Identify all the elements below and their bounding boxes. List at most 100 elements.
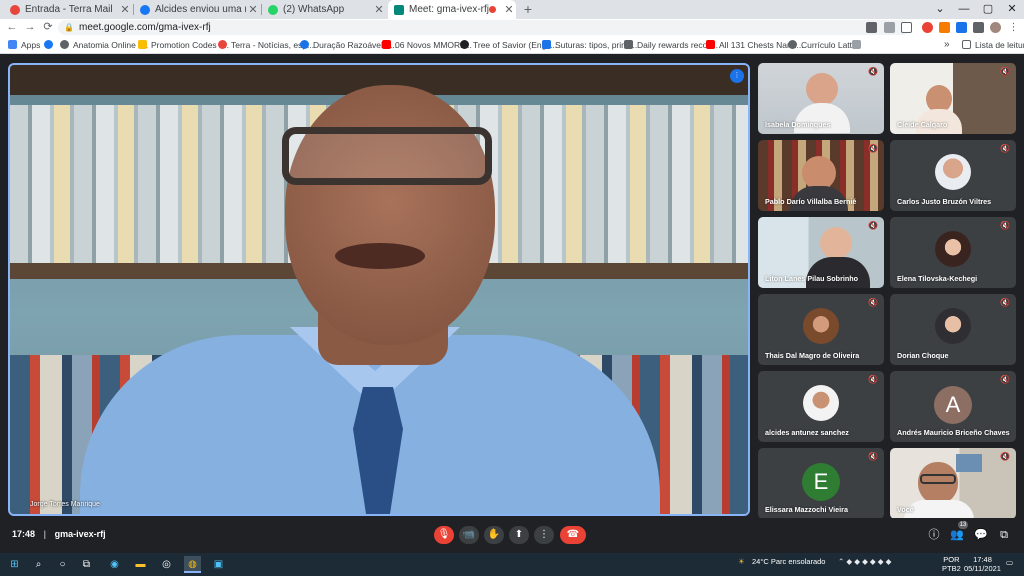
tab-meet[interactable]: Meet: gma-ivex-rfj ✕ <box>388 0 516 19</box>
meeting-info-icon[interactable]: ⓘ <box>927 528 941 542</box>
tray-icons[interactable]: ⌃ ◆ ◆ ◆ ◆ ◆ ◆ <box>838 557 891 566</box>
weather-text[interactable]: 24°C Parc ensolarado <box>752 557 825 566</box>
participant-tile[interactable]: 🔇 Isabela Domingues <box>758 63 884 134</box>
language-code: POR <box>943 555 960 564</box>
bookmark-star-icon[interactable] <box>901 22 912 33</box>
notification-icon[interactable]: ▭ <box>1006 558 1013 567</box>
self-video <box>904 500 974 519</box>
reload-button[interactable]: ⟳ <box>40 19 56 36</box>
search-icon[interactable]: ⌕ <box>30 556 47 573</box>
bookmark-apps[interactable]: Apps <box>8 36 40 53</box>
tab-whatsapp[interactable]: (2) WhatsApp ✕ <box>262 0 386 19</box>
meeting-time: 17:48 <box>12 529 36 539</box>
camera-indicator-icon[interactable] <box>866 22 877 33</box>
window-close-button[interactable]: ✕ <box>1000 0 1024 19</box>
address-bar[interactable]: 🔒 meet.google.com/gma-ivex-rfj <box>58 20 910 35</box>
participant-tile[interactable]: A 🔇 Andrés Mauricio Briceño Chaves <box>890 371 1016 442</box>
tab-search-icon[interactable]: ⌄ <box>928 0 952 19</box>
bookmark-facebook[interactable] <box>44 36 57 53</box>
meet-control-bar: 17:48 | gma-ivex-rfj 🎙 📹 ✋ ⬆ ⋮ ☎ ⓘ 👥 13 … <box>0 518 1024 553</box>
participant-name: Pablo Darío Villalba Bernié <box>765 197 857 206</box>
more-options-button[interactable]: ⋮ <box>534 526 554 544</box>
bookmark-extra[interactable] <box>852 36 865 53</box>
raise-hand-button[interactable]: ✋ <box>484 526 504 544</box>
youtube-icon <box>706 40 715 49</box>
app-icon[interactable]: ▣ <box>210 556 227 573</box>
main-speaker-video[interactable]: Jorge Torres Manrique ⋮ <box>8 63 750 516</box>
menu-kebab-icon[interactable]: ⋮ <box>1008 22 1019 33</box>
close-icon[interactable]: ✕ <box>372 3 386 16</box>
leave-call-button[interactable]: ☎ <box>560 526 586 544</box>
bookmark-lattes[interactable]: Currículo Lattes <box>788 36 861 53</box>
terra-favicon-icon <box>10 4 20 15</box>
participant-tile[interactable]: 🔇 alcides antunez sanchez <box>758 371 884 442</box>
camera-toggle-button[interactable]: 📹 <box>459 526 479 544</box>
chat-icon[interactable]: 💬 <box>974 528 988 542</box>
participant-tile[interactable]: 🔇 Carlos Justo Bruzón Viltres <box>890 140 1016 211</box>
meeting-details: 17:48 | gma-ivex-rfj <box>12 529 112 539</box>
tab-facebook[interactable]: Alcides enviou uma mensagem p ✕ <box>134 0 260 19</box>
participant-tile[interactable]: 🔇 Dorian Choque <box>890 294 1016 365</box>
tab-terra-mail[interactable]: Entrada - Terra Mail ✕ <box>4 0 132 19</box>
self-view-tile[interactable]: 🔇 Você <box>890 448 1016 519</box>
minimize-button[interactable]: — <box>952 0 976 19</box>
lock-icon: 🔒 <box>64 23 74 32</box>
new-tab-button[interactable]: + <box>520 0 536 19</box>
more-bookmarks-button[interactable]: » <box>944 36 950 53</box>
restore-button[interactable]: ▢ <box>976 0 1000 19</box>
participant-initial-avatar: A <box>934 386 972 424</box>
close-icon[interactable]: ✕ <box>246 3 260 16</box>
system-clock[interactable]: 17:48 05/11/2021 <box>964 555 1001 573</box>
bookmark-mmorp[interactable]: 06 Novos MMORP... <box>382 36 472 53</box>
participant-tile[interactable]: 🔇 Cleide Calgaro <box>890 63 1016 134</box>
people-icon[interactable]: 👥 <box>950 528 964 542</box>
terra-icon <box>218 40 227 49</box>
participant-tile[interactable]: 🔇 Liton Lanes Pilau Sobrinho <box>758 217 884 288</box>
participant-tile[interactable]: 🔇 Elena Tilovska-Kechegi <box>890 217 1016 288</box>
participant-avatar <box>935 231 971 267</box>
puzzle-extensions-icon[interactable] <box>973 22 984 33</box>
bookmark-anatomia[interactable]: Anatomia Online -... <box>60 36 148 53</box>
present-now-button[interactable]: ⬆ <box>509 526 529 544</box>
meeting-code: gma-ivex-rfj <box>54 529 106 539</box>
lattes-icon <box>788 40 797 49</box>
share-icon[interactable] <box>884 22 895 33</box>
youtube-icon <box>382 40 391 49</box>
mic-off-icon: 🔇 <box>1000 67 1010 76</box>
reading-list-button[interactable]: Lista de leitura <box>962 36 1024 53</box>
globe-icon <box>300 40 309 49</box>
extension-icon[interactable] <box>939 22 950 33</box>
participant-tile[interactable]: 🔇 Pablo Darío Villalba Bernié <box>758 140 884 211</box>
file-explorer-icon[interactable]: ▬ <box>132 556 149 573</box>
profile-avatar[interactable] <box>990 22 1001 33</box>
bookmark-suturas[interactable]: Suturas: tipos, princ... <box>542 36 637 53</box>
bookmark-daily-rewards[interactable]: Daily rewards recov... <box>624 36 718 53</box>
mic-off-icon: 🔇 <box>868 144 878 153</box>
back-button[interactable]: ← <box>4 19 20 36</box>
close-icon[interactable]: ✕ <box>118 3 132 16</box>
participant-name: Andrés Mauricio Briceño Chaves <box>897 428 1010 437</box>
apps-grid-icon <box>8 40 17 49</box>
cortana-icon[interactable]: ○ <box>54 556 71 573</box>
close-icon[interactable]: ✕ <box>502 3 516 16</box>
clock-date: 05/11/2021 <box>964 564 1001 573</box>
mic-toggle-button[interactable]: 🎙 <box>434 526 454 544</box>
task-view-icon[interactable]: ⧉ <box>78 556 95 573</box>
participant-tile[interactable]: 🔇 Thais Dal Magro de Oliveira <box>758 294 884 365</box>
windows-start-icon[interactable]: ⊞ <box>6 556 23 573</box>
bookmark-promotion[interactable]: Promotion Codes -... <box>138 36 229 53</box>
promo-icon <box>138 40 147 49</box>
app-icon[interactable]: ◎ <box>158 556 175 573</box>
forward-button[interactable]: → <box>22 19 38 36</box>
chrome-icon[interactable]: ◍ <box>184 556 201 573</box>
facebook-icon <box>44 40 53 49</box>
participant-name: Dorian Choque <box>897 351 949 360</box>
language-indicator[interactable]: POR PTB2 <box>942 555 961 573</box>
activities-icon[interactable]: ⧉ <box>997 528 1011 542</box>
self-video <box>956 454 982 472</box>
edge-icon[interactable]: ◉ <box>106 556 123 573</box>
participant-tile[interactable]: E 🔇 Elissara Mazzochi Vieira <box>758 448 884 519</box>
extension-icon[interactable] <box>956 22 967 33</box>
toolbar: ← → ⟳ 🔒 meet.google.com/gma-ivex-rfj ⋮ <box>0 19 1024 36</box>
opera-extension-icon[interactable] <box>922 22 933 33</box>
